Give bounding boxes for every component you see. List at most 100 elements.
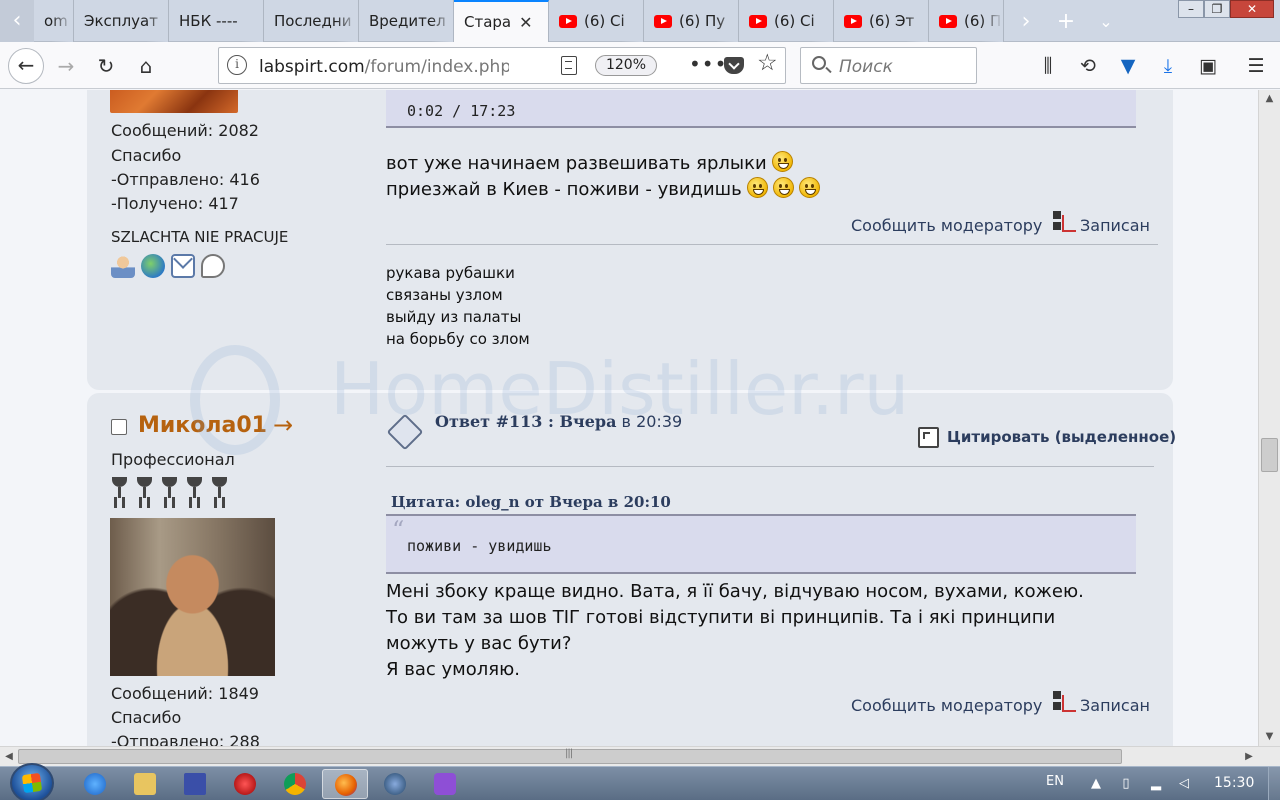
user-signature: рукава рубашки связаны узлом выйду из па… bbox=[386, 264, 530, 348]
pocket-icon[interactable] bbox=[724, 57, 744, 74]
reply-title-link[interactable]: Ответ #113 : Вчера в 20:39 bbox=[435, 412, 682, 431]
page-actions-icon[interactable]: ••• bbox=[689, 52, 727, 76]
tab-scroll-right-icon[interactable]: › bbox=[1006, 9, 1046, 34]
scroll-right-icon[interactable]: ▶ bbox=[1240, 747, 1258, 767]
author-arrow-icon: → bbox=[273, 411, 294, 439]
taskbar-chrome-icon[interactable] bbox=[272, 769, 318, 799]
post-select-checkbox[interactable] bbox=[111, 419, 127, 435]
taskbar-vs-icon[interactable] bbox=[422, 769, 468, 799]
taskbar-firefox-icon[interactable] bbox=[322, 769, 368, 799]
tab-fade bbox=[51, 0, 73, 42]
forum-page: Сообщений: 2082 Спасибо -Отправлено: 416… bbox=[0, 90, 1258, 746]
tab-1[interactable]: Эксплуат bbox=[74, 0, 169, 42]
taskbar-save-icon[interactable] bbox=[172, 769, 218, 799]
bookmark-star-icon[interactable]: ☆ bbox=[757, 50, 778, 76]
thanks-received: -Получено: 417 bbox=[111, 194, 239, 213]
reload-icon[interactable]: ↻ bbox=[90, 50, 122, 82]
url-bar[interactable]: i labspirt.com/forum/index.php 120% ••• … bbox=[218, 47, 786, 84]
keyboard-language[interactable]: EN bbox=[1046, 774, 1064, 789]
sidebar-toggle-icon[interactable]: ▣ bbox=[1192, 50, 1224, 82]
tab-label: НБК ---- bbox=[179, 12, 238, 30]
tab-scroll-left-icon[interactable]: ‹ bbox=[0, 0, 34, 42]
tab-4[interactable]: Вредител bbox=[359, 0, 454, 42]
volume-icon[interactable]: ◁ bbox=[1176, 776, 1192, 792]
site-info-icon[interactable]: i bbox=[227, 55, 247, 75]
tab-0[interactable]: om bbox=[34, 0, 74, 42]
browser-nav-bar: ← → ↻ ⌂ i labspirt.com/forum/index.php 1… bbox=[0, 42, 1280, 89]
window-close-icon[interactable]: ✕ bbox=[1230, 0, 1274, 18]
quote-icon[interactable] bbox=[918, 427, 939, 448]
tray-expand-icon[interactable]: ▲ bbox=[1088, 776, 1104, 792]
vertical-scrollbar[interactable]: ▲ ▼ bbox=[1258, 90, 1280, 746]
extension-icon[interactable]: ▼ bbox=[1112, 50, 1144, 82]
downloads-icon[interactable]: ⤓ bbox=[1152, 50, 1184, 82]
profile-icon[interactable] bbox=[111, 254, 135, 278]
tab-7[interactable]: (6) Пу bbox=[644, 0, 739, 42]
quote-header-link[interactable]: Цитата: oleg_n от Вчера в 20:10 bbox=[391, 493, 671, 511]
show-desktop-button[interactable] bbox=[1268, 767, 1280, 800]
goblet-icon bbox=[161, 477, 178, 500]
email-icon[interactable] bbox=[171, 254, 195, 278]
tab-10[interactable]: (6) П bbox=[929, 0, 1004, 42]
website-globe-icon[interactable] bbox=[141, 254, 165, 278]
horizontal-scroll-thumb[interactable] bbox=[18, 748, 1122, 764]
tab-fade bbox=[981, 0, 1003, 42]
tab-2[interactable]: НБК ---- bbox=[169, 0, 264, 42]
home-icon[interactable]: ⌂ bbox=[130, 50, 162, 82]
taskbar-media-icon[interactable] bbox=[222, 769, 268, 799]
zoom-level-badge[interactable]: 120% bbox=[595, 55, 657, 76]
goblet-icon bbox=[136, 477, 153, 500]
taskbar-ie-icon[interactable] bbox=[72, 769, 118, 799]
taskbar-explorer-icon[interactable] bbox=[122, 769, 168, 799]
forum-post: Сообщений: 2082 Спасибо -Отправлено: 416… bbox=[87, 90, 1173, 390]
menu-hamburger-icon[interactable]: ☰ bbox=[1240, 50, 1272, 82]
tray-device-icon[interactable]: ▯ bbox=[1118, 776, 1134, 792]
tab-6[interactable]: (6) Сі bbox=[549, 0, 644, 42]
history-icon[interactable]: ⟲ bbox=[1072, 50, 1104, 82]
url-text[interactable]: labspirt.com/forum/index.php bbox=[259, 57, 509, 77]
network-signal-icon[interactable]: ▂ bbox=[1148, 776, 1164, 792]
window-controls: – ❐ ✕ bbox=[1178, 0, 1274, 20]
report-moderator-link[interactable]: Сообщить модератору bbox=[851, 216, 1042, 235]
search-input[interactable]: Поиск bbox=[800, 47, 977, 84]
new-tab-plus-icon[interactable]: + bbox=[1046, 9, 1086, 34]
forward-arrow-icon[interactable]: → bbox=[50, 50, 82, 82]
embedded-video-box: 0:02 / 17:23 bbox=[386, 90, 1136, 128]
goblet-icon bbox=[111, 477, 128, 500]
tab-active[interactable]: Стара ✕ bbox=[454, 0, 549, 42]
back-arrow-icon[interactable]: ← bbox=[8, 48, 44, 84]
vertical-scroll-thumb[interactable] bbox=[1261, 438, 1278, 472]
tab-9[interactable]: (6) Эт bbox=[834, 0, 929, 42]
quote-selected-button[interactable]: Цитировать (выделенное) bbox=[947, 428, 1176, 446]
tab-8[interactable]: (6) Сі bbox=[739, 0, 834, 42]
url-domain: labspirt.com bbox=[259, 57, 365, 77]
author-name-link[interactable]: Микола01 bbox=[138, 413, 267, 438]
start-button-icon[interactable] bbox=[10, 763, 54, 800]
search-placeholder: Поиск bbox=[839, 57, 893, 77]
reader-view-icon[interactable] bbox=[561, 56, 577, 75]
library-icon[interactable]: ⫼ bbox=[1032, 50, 1064, 82]
rank-stars bbox=[111, 477, 228, 500]
tab-list-chevron-down-icon[interactable]: ⌄ bbox=[1086, 12, 1126, 31]
scroll-down-icon[interactable]: ▼ bbox=[1259, 728, 1280, 746]
scroll-up-icon[interactable]: ▲ bbox=[1259, 90, 1280, 108]
video-timestamp: 0:02 / 17:23 bbox=[407, 102, 516, 120]
smiley-icon bbox=[772, 177, 794, 198]
tab-fade bbox=[336, 0, 358, 42]
report-moderator-link[interactable]: Сообщить модератору bbox=[851, 696, 1042, 715]
thanks-sent: -Отправлено: 288 bbox=[111, 732, 260, 746]
window-restore-icon[interactable]: ❐ bbox=[1204, 0, 1230, 18]
signature-separator bbox=[386, 244, 1158, 245]
scroll-left-icon[interactable]: ◀ bbox=[0, 747, 18, 767]
system-clock[interactable]: 15:30 bbox=[1214, 775, 1254, 791]
window-minimize-icon[interactable]: – bbox=[1178, 0, 1204, 18]
thanks-label: Спасибо bbox=[111, 708, 182, 727]
horizontal-scrollbar[interactable]: ◀ ▶ bbox=[0, 746, 1280, 766]
tab-3[interactable]: Последни bbox=[264, 0, 359, 42]
browser-tab-strip: ‹ omЭксплуат НБК ---- ПоследниВредителСта… bbox=[0, 0, 1280, 42]
taskbar-app-icon[interactable] bbox=[372, 769, 418, 799]
private-message-icon[interactable] bbox=[201, 254, 225, 278]
logged-ip-icon bbox=[1053, 691, 1076, 712]
tab-close-icon[interactable]: ✕ bbox=[519, 13, 532, 32]
tab-fade bbox=[716, 0, 738, 42]
